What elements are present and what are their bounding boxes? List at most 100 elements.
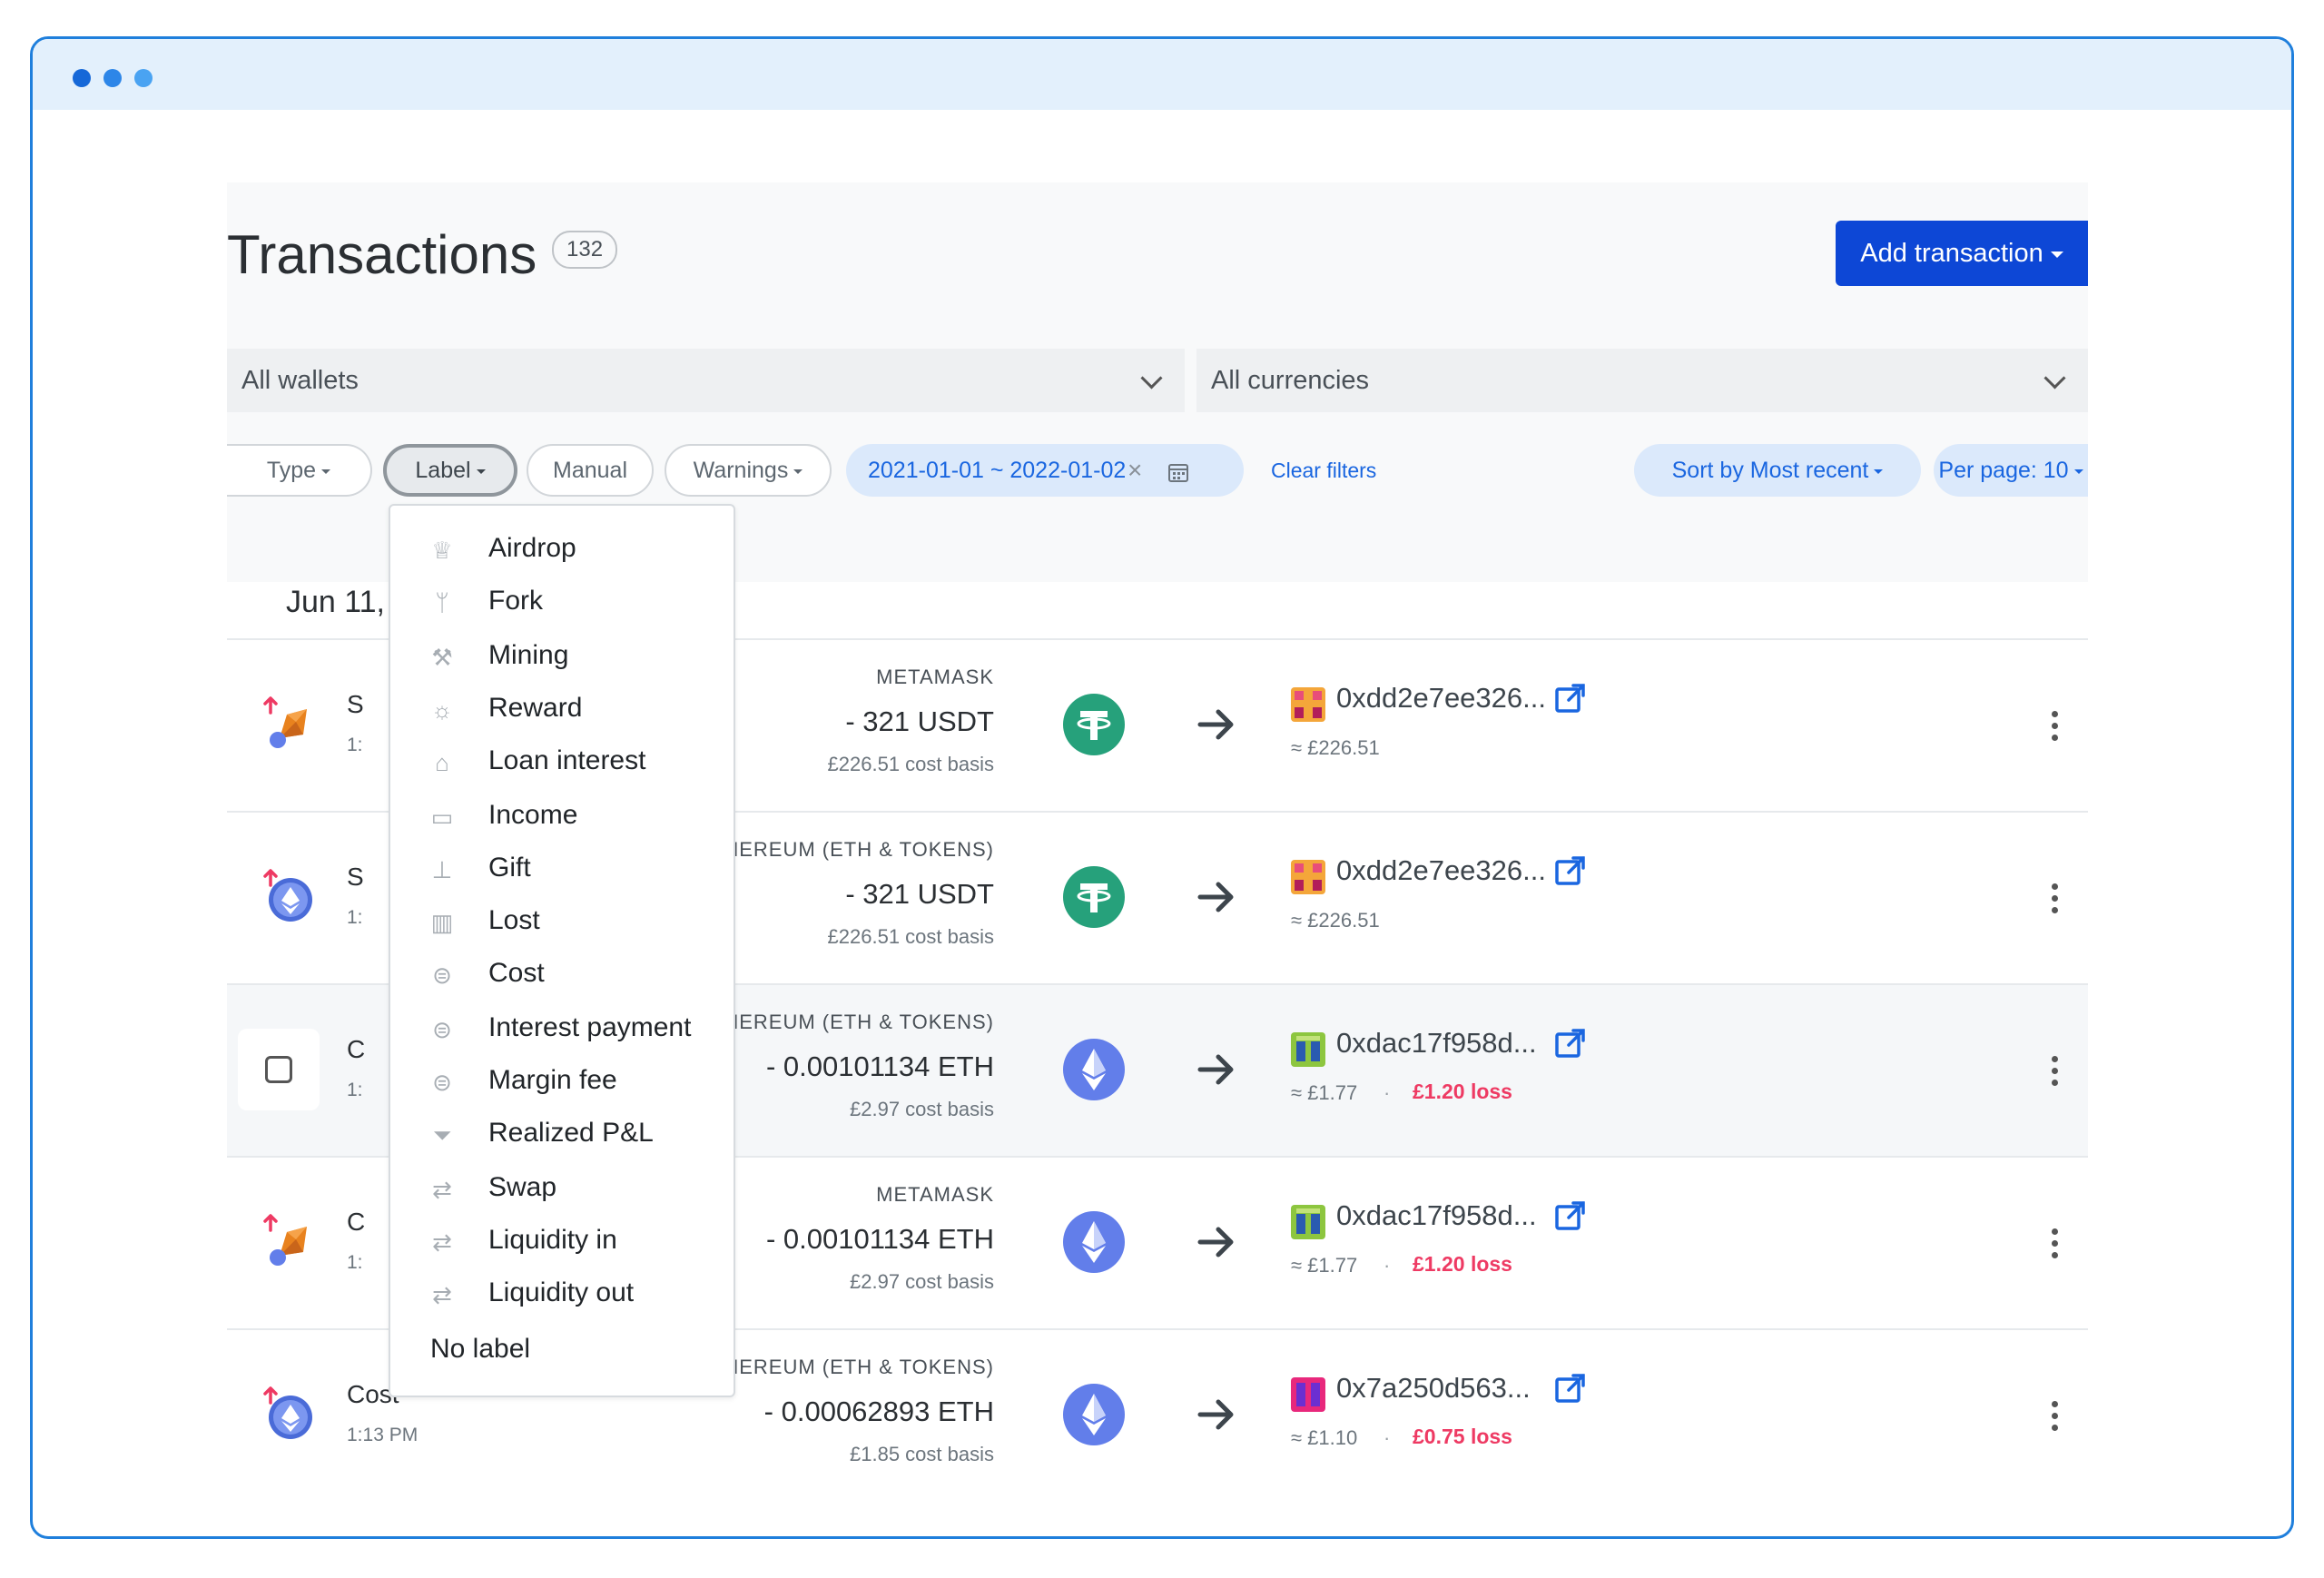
approx-value: ≈ £1.10 [1291,1426,1358,1449]
usdt-coin-icon [1063,694,1125,755]
destination-address[interactable]: 0xdac17f958d... [1336,1027,1537,1060]
row-actions-menu-icon[interactable] [2052,1401,2059,1432]
clear-filters-link[interactable]: Clear filters [1271,444,1376,497]
sort-dropdown[interactable]: Sort by Most recent [1634,444,1921,497]
menu-item-income[interactable]: ▭ Income [390,791,734,843]
window-dot-icon [134,69,153,87]
transaction-type: S [347,690,364,718]
menu-item-label: Cost [488,958,545,988]
transaction-count-badge: 132 [552,231,618,269]
menu-item-gift[interactable]: ⊥ Gift [390,843,734,896]
window-dot-icon [73,69,91,87]
transaction-amount: - 0.00101134 ETH [765,1050,994,1082]
source-wallet-name: METAMASK [876,666,994,688]
menu-item-label: Interest payment [488,1012,692,1042]
arrow-right-icon [1197,1399,1234,1430]
metamask-wallet-icon [263,1214,307,1266]
menu-item-label: Liquidity out [488,1277,635,1307]
clear-date-icon[interactable]: × [1128,444,1142,497]
transaction-time: 1:13 PM [347,1425,419,1445]
currencies-select-value: All currencies [1211,366,1370,395]
transaction-type: S [347,863,364,891]
currencies-select[interactable]: All currencies [1196,349,2088,412]
menu-item-label: No label [430,1334,531,1364]
source-wallet-name: ETHEREUM (ETH & TOKENS) [696,838,994,861]
approx-value: ≈ £1.77 [1291,1254,1358,1277]
per-page-dropdown[interactable]: Per page: 10 [1934,444,2088,497]
destination-address[interactable]: 0xdd2e7ee326... [1336,854,1546,887]
menu-item-interest-payment[interactable]: ⊜ Interest payment [390,1003,734,1056]
menu-item-liquidity-in[interactable]: ⇄ Liquidity in [390,1216,734,1268]
per-page-label: Per page: 10 [1938,458,2069,483]
row-actions-menu-icon[interactable] [2052,1228,2059,1259]
calendar-icon[interactable] [1167,461,1189,483]
cost-basis: £2.97 cost basis [850,1098,994,1120]
external-link-icon[interactable] [1554,1372,1587,1405]
approx-value: ≈ £226.51 [1291,909,1380,932]
destination-address[interactable]: 0x7a250d563... [1336,1372,1531,1405]
menu-item-label: Swap [488,1172,557,1202]
add-transaction-label: Add transaction [1860,239,2043,268]
warnings-filter-button[interactable]: Warnings [665,444,832,497]
manual-filter-button[interactable]: Manual [527,444,654,497]
loss-value: £1.20 loss [1413,1080,1512,1103]
destination-address[interactable]: 0xdac17f958d... [1336,1199,1537,1232]
type-filter-button[interactable]: Type [227,444,372,497]
menu-item-label: Loan interest [488,745,646,775]
caret-down-icon [321,468,331,474]
menu-item-loan-interest[interactable]: ⌂ Loan interest [390,736,734,789]
source-wallet-name: ETHEREUM (ETH & TOKENS) [696,1011,994,1033]
row-select-checkbox[interactable] [238,1029,320,1110]
external-link-icon[interactable] [1554,854,1587,887]
window-titlebar [33,39,2291,110]
token-contract-icon [1291,687,1325,722]
menu-item-reward[interactable]: ☼ Reward [390,684,734,736]
usdt-coin-icon [1063,866,1125,928]
menu-item-cost[interactable]: ⊜ Cost [390,949,734,1001]
transaction-amount: - 321 USDT [845,878,994,910]
destination-address[interactable]: 0xdd2e7ee326... [1336,682,1546,715]
transaction-amount: - 0.00062893 ETH [763,1396,994,1427]
menu-item-realized-pnl[interactable]: ⏷ Realized P&L [390,1109,734,1161]
transaction-time: 1: [347,907,363,928]
trash-icon: ▥ [430,909,454,936]
menu-item-label: Airdrop [488,533,576,563]
label-filter-button[interactable]: Label [383,444,517,497]
menu-item-margin-fee[interactable]: ⊜ Margin fee [390,1056,734,1109]
checkbox-box [265,1056,292,1083]
external-link-icon[interactable] [1554,1027,1587,1060]
menu-item-lost[interactable]: ▥ Lost [390,896,734,949]
menu-item-airdrop[interactable]: ♕ Airdrop [390,524,734,577]
menu-item-mining[interactable]: ⚒ Mining [390,631,734,684]
pickaxe-icon: ⚒ [431,644,453,671]
cost-basis: £226.51 cost basis [827,925,994,948]
menu-item-label: Gift [488,853,531,883]
caret-down-icon [1874,468,1884,474]
menu-item-no-label[interactable]: No label [390,1325,734,1377]
menu-item-swap[interactable]: ⇄ Swap [390,1163,734,1216]
external-link-icon[interactable] [1554,682,1587,715]
transaction-type: C [347,1208,366,1236]
caret-down-icon [476,468,486,474]
coins-icon: ⊜ [432,962,452,989]
type-filter-label: Type [266,458,317,483]
page-title: Transactions [227,224,537,285]
reward-icon: ☼ [431,696,453,724]
transaction-time: 1: [347,1080,363,1100]
menu-item-fork[interactable]: ᛘ Fork [390,577,734,629]
row-actions-menu-icon[interactable] [2052,883,2059,914]
trophy-icon: ♕ [431,537,453,564]
menu-item-liquidity-out[interactable]: ⇄ Liquidity out [390,1268,734,1321]
wallets-select[interactable]: All wallets [227,349,1185,412]
add-transaction-button[interactable]: Add transaction [1836,221,2088,286]
eth-coin-icon [1063,1384,1125,1445]
loss-value: £1.20 loss [1413,1252,1512,1276]
date-range-filter[interactable]: 2021-01-01 ~ 2022-01-02 × [846,444,1244,497]
external-link-icon[interactable] [1554,1199,1587,1232]
row-actions-menu-icon[interactable] [2052,711,2059,742]
wallets-select-value: All wallets [241,366,359,395]
date-range-value: 2021-01-01 ~ 2022-01-02 [868,458,1127,483]
menu-item-label: Fork [488,586,543,616]
row-actions-menu-icon[interactable] [2052,1056,2059,1087]
menu-item-label: Mining [488,640,569,670]
